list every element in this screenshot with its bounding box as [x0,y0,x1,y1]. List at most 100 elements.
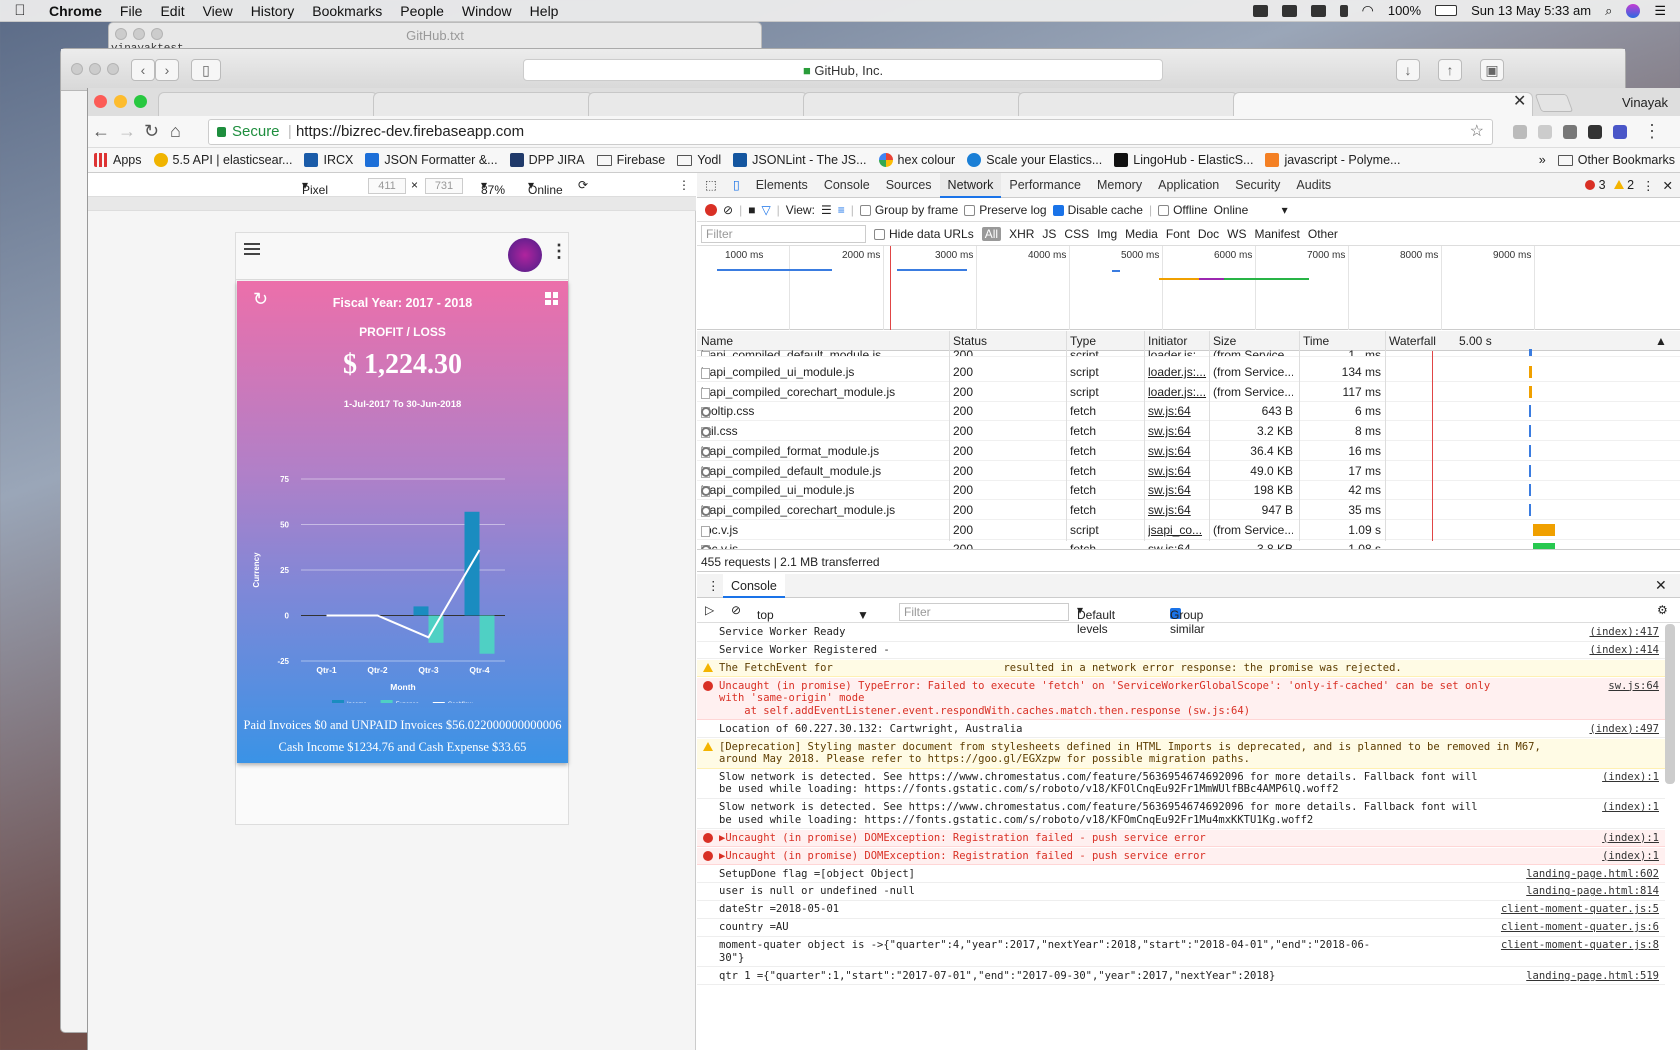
bookmark-item[interactable]: javascript - Polyme... [1259,153,1406,167]
safari-sidebar-icon[interactable]: ▯ [191,59,221,81]
apple-icon[interactable]:  [0,2,40,19]
new-tab-button[interactable] [1534,94,1574,112]
network-row[interactable]: jsapi_compiled_corechart_module.js 200 fet… [697,500,1680,520]
console-message[interactable]: ▶Uncaught (in promise) DOMException: Reg… [697,847,1665,866]
menu-history[interactable]: History [242,3,304,19]
console-message[interactable]: Slow network is detected. See https://ww… [697,799,1665,830]
console-message[interactable]: Service Worker Ready (index):417 [697,624,1665,642]
warning-count-badge[interactable]: 2 [1613,178,1634,192]
bookmark-item[interactable]: DPP JIRA [504,153,591,167]
devtools-close-icon[interactable]: ✕ [1663,178,1673,193]
console-filter-input[interactable]: Filter [899,603,1069,621]
bookmark-item[interactable]: LingoHub - ElasticS... [1108,153,1259,167]
network-row[interactable]: jsapi_compiled_ui_module.js 200 fetch sw.js… [697,480,1680,501]
network-overview-timeline[interactable]: 1000 ms 2000 ms 3000 ms 4000 ms 5000 ms … [697,246,1680,330]
filter-icon[interactable]: ▽ [761,203,770,217]
request-initiator[interactable]: loader.js:... [1148,365,1208,379]
menu-edit[interactable]: Edit [151,3,193,19]
tab-network[interactable]: Network [939,172,1002,198]
extension-icon[interactable] [1538,125,1552,139]
back-icon[interactable]: ← [92,121,110,142]
disable-cache-checkbox[interactable]: Disable cache [1052,203,1143,217]
console-sidebar-icon[interactable]: ▷ [705,603,714,617]
request-initiator[interactable]: sw.js:64 [1148,424,1208,438]
record-icon[interactable] [705,203,717,216]
bookmark-star-icon[interactable]: ☆ [1470,120,1484,144]
console-message[interactable]: Slow network is detected. See https://ww… [697,769,1665,799]
drawer-menu-icon[interactable]: ⋮ [707,578,720,593]
menubar-clock[interactable]: Sun 13 May 5:33 am [1471,3,1591,18]
safari-zoom-button[interactable] [107,63,119,75]
throttle-select[interactable]: Online ▾ [1214,203,1288,217]
chrome-menu-icon[interactable]: ⋮ [1643,121,1661,142]
filter-type-css[interactable]: CSS [1064,227,1089,241]
filter-type-other[interactable]: Other [1308,227,1338,241]
tab-console[interactable]: Console [816,173,878,198]
spotlight-icon[interactable]: ⌕ [1605,3,1612,19]
filter-type-manifest[interactable]: Manifest [1255,227,1300,241]
menubar-app-icon[interactable] [1310,4,1326,17]
app-more-icon[interactable]: ⋮ [550,241,568,262]
console-source-link[interactable]: (index):1 [1596,831,1659,845]
other-bookmarks[interactable]: Other Bookmarks [1552,153,1680,167]
chrome-zoom-button[interactable] [134,95,147,108]
console-source-link[interactable]: sw.js:64 [1602,679,1659,693]
console-message[interactable]: country =AU client-moment-quater.js:6 [697,919,1665,937]
overview-icon[interactable]: ≡ [838,203,845,217]
browser-tab[interactable] [1018,92,1238,116]
offline-checkbox[interactable]: Offline [1158,203,1208,217]
browser-tab-active[interactable] [1233,92,1533,116]
safari-share-icon[interactable]: ↑ [1438,59,1462,81]
bookmark-item[interactable]: JSON Formatter &... [359,153,503,167]
home-icon[interactable]: ⌂ [170,121,181,142]
console-source-link[interactable]: (index):1 [1596,771,1659,784]
bookmarks-overflow-icon[interactable]: » [1533,153,1552,167]
filter-type-img[interactable]: Img [1097,227,1117,241]
forward-icon[interactable]: → [118,121,136,142]
battery-icon[interactable] [1435,5,1458,16]
request-initiator[interactable]: loader.js:... [1148,348,1208,356]
tab-security[interactable]: Security [1227,173,1288,198]
clear-icon[interactable]: ⊘ [723,203,733,217]
filter-type-all[interactable]: All [981,226,1002,241]
filter-type-media[interactable]: Media [1125,227,1158,241]
console-message[interactable]: moment-quater object is ->{"quarter":4,"… [697,937,1665,968]
device-menu-icon[interactable]: ⋮ [678,178,690,192]
console-source-link[interactable]: (index):417 [1583,626,1659,639]
menu-bookmarks[interactable]: Bookmarks [303,3,391,19]
console-message[interactable]: dateStr =2018-05-01 client-moment-quater.… [697,901,1665,919]
hide-data-urls-checkbox[interactable]: Hide data URLs [874,227,974,241]
console-source-link[interactable]: client-moment-quater.js:8 [1495,939,1659,952]
console-message[interactable]: Location of 60.227.30.132: Cartwright, A… [697,721,1665,739]
console-message[interactable]: qtr 1 ={"quarter":1,"start":"2017-07-01"… [697,968,1665,985]
console-source-link[interactable]: (index):497 [1583,723,1659,736]
drawer-close-icon[interactable]: ✕ [1655,577,1667,594]
siri-icon[interactable] [1626,3,1641,18]
extension-icon[interactable] [1563,125,1577,139]
preserve-log-checkbox[interactable]: Preserve log [964,203,1047,217]
device-toggle-icon[interactable]: ▯ [725,173,748,198]
console-source-link[interactable]: landing-page.html:814 [1520,885,1659,898]
device-width-input[interactable]: 411 [368,178,406,194]
filter-type-xhr[interactable]: XHR [1009,227,1034,241]
console-scrollbar[interactable] [1665,624,1675,784]
console-message[interactable]: user is null or undefined -null landing-p… [697,883,1665,901]
reload-icon[interactable]: ↻ [144,121,159,142]
screenshot-icon[interactable]: ■ [748,203,755,217]
error-count-badge[interactable]: 3 [1585,178,1606,192]
zoom-select[interactable]: 87% ▾ [481,178,505,197]
network-row[interactable]: jsapi_compiled_default_module.js 200 scrip… [697,345,1680,357]
menu-help[interactable]: Help [521,3,568,19]
console-message[interactable]: [Deprecation] Styling master document fr… [697,738,1665,769]
console-source-link[interactable]: client-moment-quater.js:6 [1495,921,1659,934]
docker-icon[interactable] [1281,4,1297,17]
console-drawer-tab[interactable]: Console [723,574,785,598]
large-rows-icon[interactable]: ☰ [821,203,832,217]
console-source-link[interactable]: client-moment-quater.js:5 [1495,903,1659,916]
console-message[interactable]: ▶Uncaught (in promise) DOMException: Reg… [697,829,1665,848]
bookmark-item[interactable]: JSONLint - The JS... [727,153,872,167]
notification-center-icon[interactable]: ☰ [1654,3,1666,19]
avatar[interactable] [508,238,542,272]
network-filter-input[interactable]: Filter [701,224,866,243]
tab-memory[interactable]: Memory [1089,173,1150,198]
